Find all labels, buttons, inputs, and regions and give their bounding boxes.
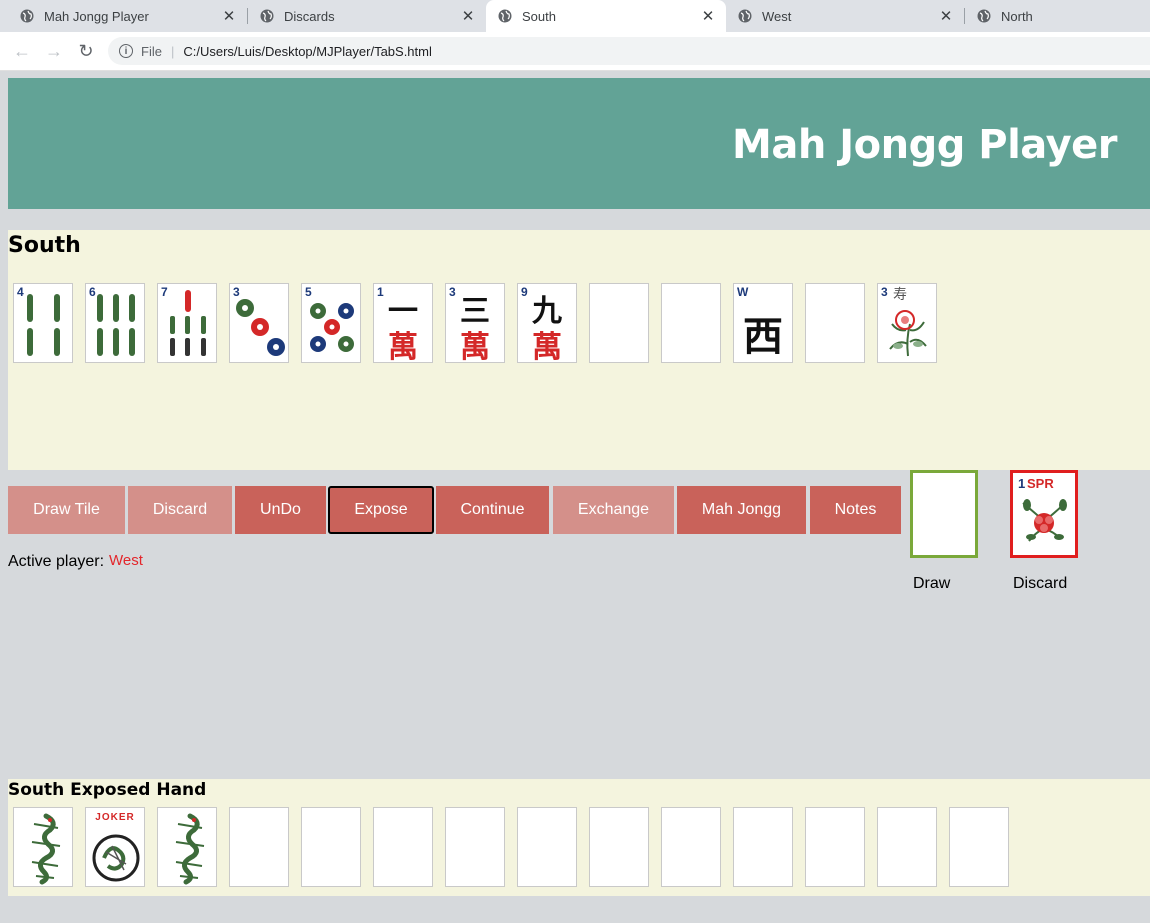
page-header: Mah Jongg Player	[8, 78, 1150, 209]
tile-label: SPR	[1027, 476, 1054, 491]
hand-tile-empty[interactable]	[589, 283, 649, 363]
close-icon[interactable]: ✕	[221, 7, 237, 25]
tab-discards[interactable]: Discards ✕	[248, 0, 486, 32]
notes-button[interactable]: Notes	[810, 486, 901, 534]
exposed-tile-empty[interactable]	[229, 807, 289, 887]
tile-number: 1	[1018, 476, 1026, 491]
hand-tile[interactable]: 3 三 萬	[445, 283, 505, 363]
tab-south[interactable]: South ✕	[486, 0, 726, 32]
hand-tile[interactable]: 7	[157, 283, 217, 363]
tab-north[interactable]: North	[965, 0, 1150, 32]
draw-label: Draw	[913, 575, 951, 592]
tile-number: 6	[89, 285, 96, 299]
globe-icon	[260, 9, 274, 23]
tile-character: 寿	[893, 287, 907, 303]
tile-number: 4	[17, 285, 24, 299]
hand-tile[interactable]: 9 九 萬	[517, 283, 577, 363]
address-bar[interactable]: i File | C:/Users/Luis/Desktop/MJPlayer/…	[108, 37, 1150, 65]
joker-label: JOKER	[95, 812, 135, 823]
hand-tile[interactable]: 1 一 萬	[373, 283, 433, 363]
tab-label: Mah Jongg Player	[44, 8, 149, 24]
tab-label: Discards	[284, 8, 335, 24]
forward-arrow-icon[interactable]: →	[44, 41, 64, 61]
hand-tile[interactable]: 3	[229, 283, 289, 363]
hand-tile-empty[interactable]	[661, 283, 721, 363]
browser-toolbar: ← → ↻ i File | C:/Users/Luis/Desktop/MJP…	[0, 32, 1150, 71]
exposed-tile-empty[interactable]	[517, 807, 577, 887]
close-icon[interactable]: ✕	[700, 7, 716, 25]
hand-panel: South 4 6 7 3 5 1 一 萬 3 三 萬 9 九 萬 W 西 3 …	[8, 230, 1150, 470]
undo-button[interactable]: UnDo	[235, 486, 326, 534]
expose-button[interactable]: Expose	[328, 486, 434, 534]
tab-label: West	[762, 8, 792, 24]
dragon-icon	[175, 813, 205, 885]
exposed-tile-joker[interactable]: JOKER	[85, 807, 145, 887]
exposed-tile[interactable]	[13, 807, 73, 887]
tile-number: 3	[233, 285, 240, 299]
discard-slot[interactable]: 1 SPR	[1010, 470, 1078, 558]
exposed-tile-empty[interactable]	[373, 807, 433, 887]
tile-crak-character: 萬	[460, 330, 490, 363]
draw-tile-button[interactable]: Draw Tile	[8, 486, 125, 534]
tile-number: 3	[881, 285, 888, 299]
tile-crak-character: 萬	[532, 330, 562, 363]
tile-number: 7	[161, 285, 168, 299]
active-player-label: Active player:	[8, 553, 105, 570]
close-icon[interactable]: ✕	[938, 7, 954, 25]
hand-tile[interactable]: 4	[13, 283, 73, 363]
exposed-tile-empty[interactable]	[301, 807, 361, 887]
exposed-tile-empty[interactable]	[589, 807, 649, 887]
exposed-tile-empty[interactable]	[805, 807, 865, 887]
continue-button[interactable]: Continue	[436, 486, 549, 534]
globe-icon	[20, 9, 34, 23]
globe-icon	[498, 9, 512, 23]
divider: |	[170, 43, 175, 59]
hand-tile[interactable]: W 西	[733, 283, 793, 363]
dragon-icon	[31, 813, 61, 885]
browser-tab-strip: Mah Jongg Player ✕ Discards ✕ South ✕ We…	[0, 0, 1150, 32]
mah-jongg-button[interactable]: Mah Jongg	[677, 486, 806, 534]
globe-icon	[738, 9, 752, 23]
url-text: C:/Users/Luis/Desktop/MJPlayer/TabS.html	[183, 43, 432, 59]
info-icon[interactable]: i	[119, 44, 133, 58]
hand-tile[interactable]: 3 寿	[877, 283, 937, 363]
tab-label: North	[1001, 8, 1033, 24]
page-title: Mah Jongg Player	[732, 122, 1117, 168]
exposed-tile-empty[interactable]	[733, 807, 793, 887]
active-player-value: West	[109, 552, 143, 569]
reload-icon[interactable]: ↻	[76, 41, 96, 61]
hand-tile-empty[interactable]	[805, 283, 865, 363]
globe-icon	[977, 9, 991, 23]
tab-mah-jongg-player[interactable]: Mah Jongg Player ✕	[0, 0, 247, 32]
tile-number: W	[737, 285, 749, 299]
draw-slot[interactable]	[910, 470, 978, 558]
exchange-button[interactable]: Exchange	[553, 486, 674, 534]
hand-title: South	[8, 233, 81, 258]
tile-character: 西	[743, 313, 783, 360]
exposed-tile-empty[interactable]	[661, 807, 721, 887]
exposed-tile[interactable]	[157, 807, 217, 887]
tile-number: 5	[305, 285, 312, 299]
close-icon[interactable]: ✕	[460, 7, 476, 25]
tab-west[interactable]: West ✕	[726, 0, 964, 32]
discard-label: Discard	[1013, 575, 1068, 592]
file-label: File	[141, 43, 162, 59]
discard-button[interactable]: Discard	[128, 486, 232, 534]
tile-crak-character: 萬	[388, 330, 418, 363]
hand-tile[interactable]: 5	[301, 283, 361, 363]
exposed-hand-title: South Exposed Hand	[8, 780, 207, 800]
exposed-tile-empty[interactable]	[949, 807, 1009, 887]
exposed-tile-empty[interactable]	[445, 807, 505, 887]
exposed-hand-panel: South Exposed Hand JOKER	[8, 779, 1150, 896]
hand-tile[interactable]: 6	[85, 283, 145, 363]
exposed-tile-empty[interactable]	[877, 807, 937, 887]
back-arrow-icon[interactable]: ←	[12, 41, 32, 61]
tab-label: South	[522, 8, 556, 24]
